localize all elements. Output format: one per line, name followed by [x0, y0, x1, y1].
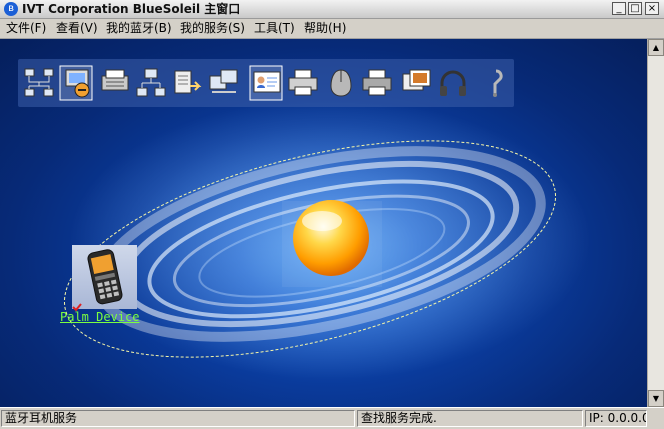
scroll-up-button[interactable]: ▲ — [648, 39, 664, 56]
vertical-scrollbar[interactable]: ▲ ▼ — [647, 39, 664, 407]
menu-my-bluetooth[interactable]: 我的蓝牙(B) — [106, 21, 172, 36]
hid-icon[interactable] — [330, 69, 352, 97]
file-transfer-icon[interactable] — [174, 70, 202, 94]
scroll-down-button[interactable]: ▼ — [648, 390, 664, 407]
headphones-icon[interactable] — [440, 70, 466, 96]
status-ip: IP: 0.0.0.0 — [585, 410, 647, 427]
minimize-button[interactable]: _ — [612, 2, 626, 15]
bluetooth-icon: ʙ — [4, 2, 18, 16]
status-service: 蓝牙耳机服务 — [1, 410, 355, 427]
maximize-button[interactable]: □ — [628, 2, 642, 15]
service-toolbar — [18, 59, 514, 107]
fax-icon[interactable] — [101, 69, 129, 91]
network-icon[interactable] — [24, 68, 54, 97]
status-bar: 蓝牙耳机服务 查找服务完成. IP: 0.0.0.0 — [0, 407, 664, 429]
menu-view[interactable]: 查看(V) — [56, 21, 98, 36]
menu-help[interactable]: 帮助(H) — [304, 21, 346, 36]
menu-my-services[interactable]: 我的服务(S) — [180, 21, 245, 36]
device-tile[interactable] — [72, 245, 137, 309]
printer-icon[interactable] — [362, 69, 392, 96]
image-icon[interactable] — [402, 69, 431, 91]
mobile-phone-icon — [87, 249, 123, 305]
local-device-orb-icon[interactable] — [282, 200, 382, 287]
lan-icon[interactable] — [136, 68, 166, 97]
main-stage: Palm Device — [0, 39, 647, 407]
device-label[interactable]: Palm Device — [60, 310, 139, 324]
printer-icon[interactable] — [288, 69, 318, 96]
window-title: IVT Corporation BlueSoleil 主窗口 — [22, 2, 241, 16]
menu-bar: 文件(F) 查看(V) 我的蓝牙(B) 我的服务(S) 工具(T) 帮助(H) — [0, 19, 664, 39]
pim-sync-icon[interactable] — [209, 69, 238, 93]
menu-tools[interactable]: 工具(T) — [254, 21, 295, 36]
title-bar: ʙ IVT Corporation BlueSoleil 主窗口 _ □ × — [0, 0, 664, 19]
business-card-icon[interactable] — [253, 71, 281, 93]
menu-file[interactable]: 文件(F) — [6, 21, 46, 36]
headset-icon[interactable] — [493, 69, 503, 97]
close-button[interactable]: × — [645, 2, 659, 15]
status-message: 查找服务完成. — [357, 410, 583, 427]
